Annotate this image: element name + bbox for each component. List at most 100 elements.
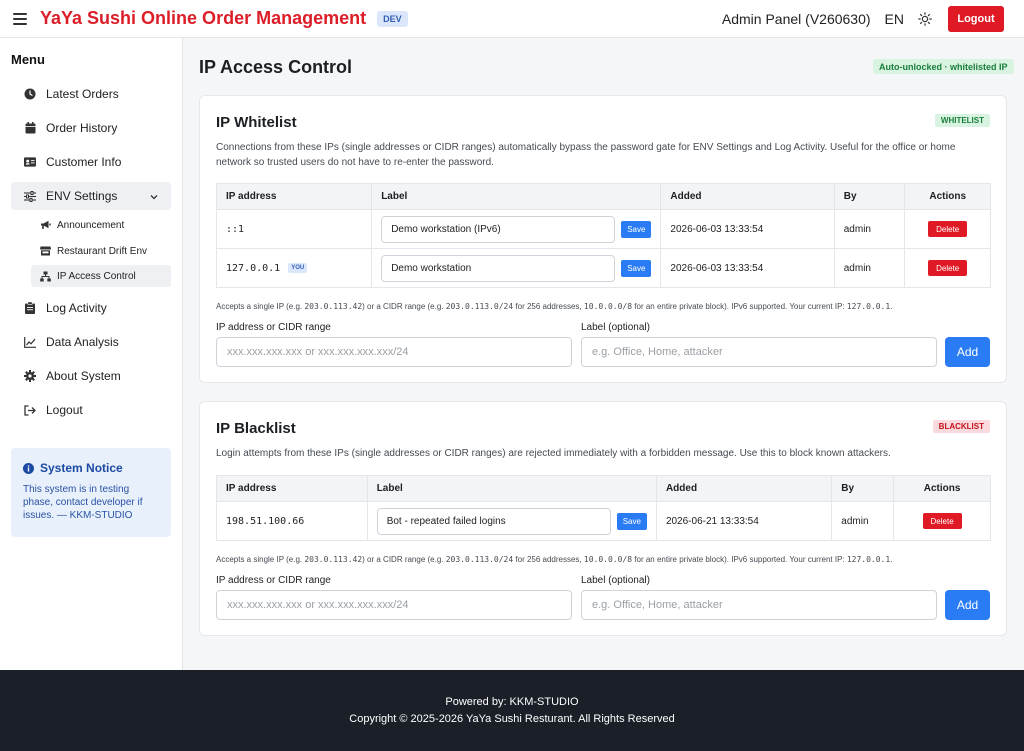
added-date: 2026-06-03 13:33:54 <box>660 209 835 249</box>
auto-unlocked-badge: Auto-unlocked · whitelisted IP <box>873 59 1014 74</box>
sidebar-item-log-activity[interactable]: Log Activity <box>11 294 171 322</box>
blacklist-description: Login attempts from these IPs (single ad… <box>216 448 891 459</box>
chevron-down-icon[interactable] <box>149 191 159 201</box>
chart-line-icon <box>24 336 36 348</box>
column-header: By <box>831 475 895 502</box>
clipboard-icon <box>24 302 36 314</box>
env-badge: DEV <box>377 10 408 27</box>
blacklist-table: IP address Label Added By Actions 198.51… <box>216 475 991 541</box>
delete-button[interactable]: Delete <box>928 260 968 276</box>
sidebar-item-label: Log Activity <box>46 301 107 315</box>
whitelist-add-button[interactable]: Add <box>945 337 990 367</box>
sidebar-item-label: Customer Info <box>46 155 122 169</box>
sidebar-item-order-history[interactable]: Order History <box>11 114 171 142</box>
blacklist-add-button[interactable]: Add <box>945 590 990 620</box>
sidebar-item-customer-info[interactable]: Customer Info <box>11 148 171 176</box>
column-header: Label <box>371 183 662 210</box>
clock-icon <box>24 88 36 100</box>
whitelist-description: Connections from these IPs (single addre… <box>216 142 956 168</box>
column-header: Added <box>655 475 833 502</box>
footer: Powered by: KKM-STUDIO Copyright © 2025-… <box>0 670 1024 751</box>
footer-powered-by: Powered by: KKM-STUDIO <box>445 696 579 708</box>
delete-button[interactable]: Delete <box>922 513 962 529</box>
blacklist-label-input[interactable] <box>581 590 937 620</box>
table-row: 127.0.0.1 YOU Save 2026-06-03 13:33:54 ad… <box>215 248 991 288</box>
label-input[interactable] <box>376 507 611 535</box>
column-header: By <box>833 183 906 210</box>
subitem-label: IP Access Control <box>57 270 136 282</box>
whitelist-ip-input[interactable] <box>216 337 572 367</box>
save-button[interactable]: Save <box>621 259 652 277</box>
whitelist-table: IP address Label Added By Actions ::1 Sa… <box>215 183 991 288</box>
notice-text: This system is in testing phase, contact… <box>23 484 143 521</box>
ip-format-hint: Accepts a single IP (e.g. 203.0.113.42) … <box>216 555 893 564</box>
table-row: ::1 Save 2026-06-03 13:33:54 admin Delet… <box>215 209 991 249</box>
calendar-icon <box>24 122 36 134</box>
info-circle-icon <box>23 462 34 474</box>
admin-panel-label: Admin Panel (V260630) <box>721 10 871 27</box>
ip-field-label: IP address or CIDR range <box>216 575 331 586</box>
label-field-label: Label (optional) <box>581 322 650 333</box>
added-date: 2026-06-03 13:33:54 <box>660 248 835 288</box>
subitem-label: Restaurant Drift Env <box>57 245 148 257</box>
table-row: 198.51.100.66 Save 2026-06-21 13:33:54 a… <box>216 501 991 541</box>
added-by: admin <box>833 248 906 288</box>
hamburger-menu-icon[interactable] <box>13 12 27 25</box>
ip-address: 127.0.0.1 <box>226 262 281 274</box>
sidebar-item-label: Data Analysis <box>46 335 119 349</box>
sidebar-subitem-ip-access-control[interactable]: IP Access Control <box>31 265 171 287</box>
notice-title: System Notice <box>40 461 123 475</box>
app-title: YaYa Sushi Online Order Management <box>40 8 367 28</box>
subitem-label: Announcement <box>57 219 125 231</box>
save-button[interactable]: Save <box>621 220 652 238</box>
footer-copyright: Copyright © 2025-2026 YaYa Sushi Restura… <box>349 713 675 725</box>
ip-field-label: IP address or CIDR range <box>216 322 331 333</box>
sidebar-item-latest-orders[interactable]: Latest Orders <box>11 80 171 108</box>
ip-address: 198.51.100.66 <box>226 515 305 527</box>
table-header-row: IP address Label Added By Actions <box>215 183 991 210</box>
ip-format-hint: Accepts a single IP (e.g. 203.0.113.42) … <box>216 302 893 311</box>
added-by: admin <box>833 209 906 249</box>
id-card-icon <box>24 156 36 168</box>
table-header-row: IP address Label Added By Actions <box>216 475 991 502</box>
sidebar-item-label: Latest Orders <box>46 87 119 101</box>
page-title: IP Access Control <box>199 57 353 77</box>
system-notice: System Notice This system is in testing … <box>11 448 171 537</box>
logout-button[interactable]: Logout <box>948 5 1004 32</box>
sidebar-subitem-restaurant-drift-env[interactable]: Restaurant Drift Env <box>31 240 171 262</box>
blacklist-title: IP Blacklist <box>216 420 296 437</box>
sidebar-subitem-announcement[interactable]: Announcement <box>31 214 171 236</box>
column-header: Actions <box>904 183 991 210</box>
sliders-icon <box>24 190 36 202</box>
sidebar-item-label: About System <box>46 369 121 383</box>
column-header: Actions <box>893 475 991 502</box>
sidebar-item-env-settings[interactable]: ENV Settings <box>11 182 171 210</box>
added-by: admin <box>831 501 895 541</box>
delete-button[interactable]: Delete <box>928 221 968 237</box>
sidebar-item-label: ENV Settings <box>46 189 118 203</box>
blacklist-ip-input[interactable] <box>216 590 572 620</box>
language-toggle[interactable]: EN <box>885 11 904 27</box>
label-input[interactable] <box>381 254 616 282</box>
gear-icon <box>24 370 36 382</box>
megaphone-icon <box>40 220 51 231</box>
sidebar-item-label: Logout <box>46 403 83 417</box>
whitelist-label-input[interactable] <box>581 337 937 367</box>
sun-icon[interactable] <box>918 11 932 26</box>
store-icon <box>40 246 51 257</box>
whitelist-title: IP Whitelist <box>216 114 297 131</box>
column-header: Label <box>366 475 657 502</box>
label-field-label: Label (optional) <box>581 575 650 586</box>
you-badge: YOU <box>288 262 308 273</box>
blacklist-card: IP Blacklist BLACKLIST Login attempts fr… <box>199 401 1007 636</box>
sidebar-item-about-system[interactable]: About System <box>11 362 171 390</box>
sidebar: Menu Latest Orders Order History Custome… <box>0 38 183 670</box>
column-header: IP address <box>215 183 373 210</box>
column-header: IP address <box>216 475 368 502</box>
blacklist-tag: BLACKLIST <box>932 420 990 433</box>
sidebar-item-logout[interactable]: Logout <box>11 396 171 424</box>
sidebar-item-data-analysis[interactable]: Data Analysis <box>11 328 171 356</box>
menu-title: Menu <box>11 52 45 67</box>
label-input[interactable] <box>381 215 616 243</box>
save-button[interactable]: Save <box>616 512 647 530</box>
